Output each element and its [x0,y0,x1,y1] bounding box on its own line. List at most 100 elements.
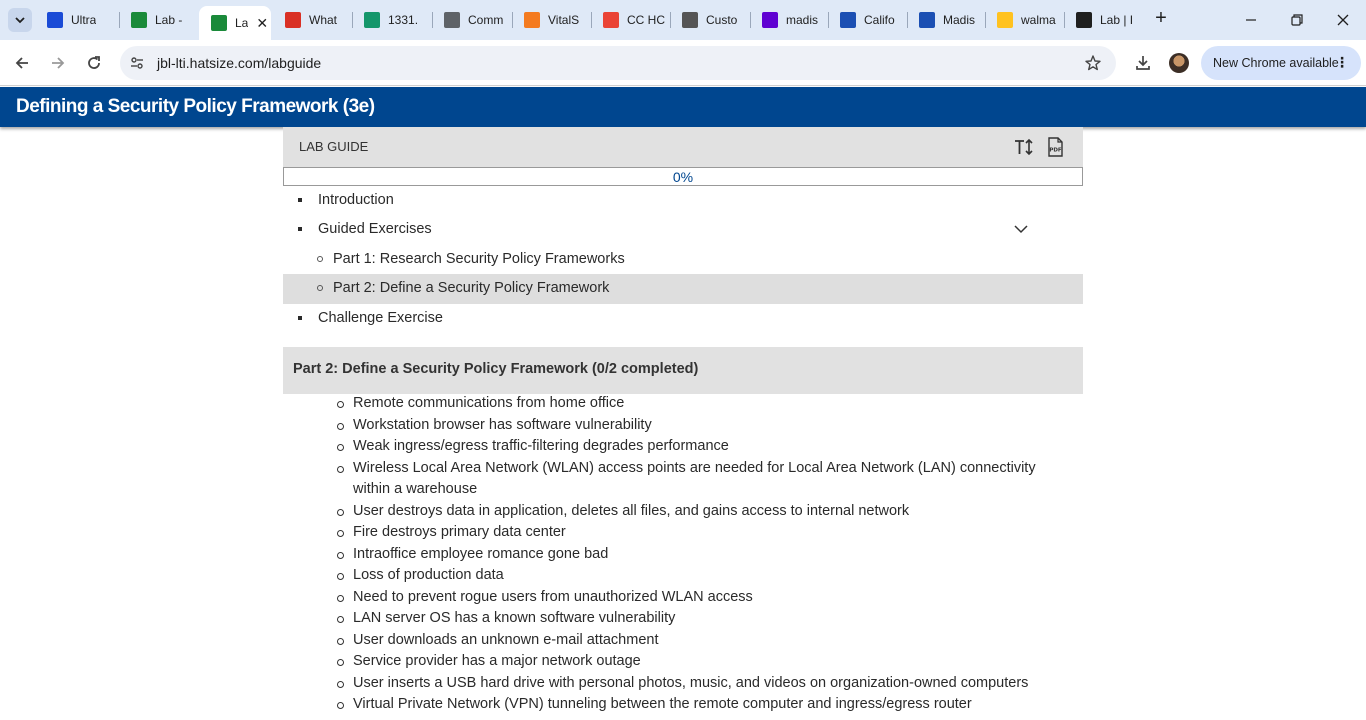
tab-label: Custo [706,13,738,27]
list-item: User destroys data in application, delet… [337,501,1073,523]
text-size-icon[interactable] [1013,136,1035,158]
list-item: Need to prevent rogue users from unautho… [337,587,1073,609]
profile-avatar[interactable] [1169,53,1189,73]
toc-item-introduction[interactable]: Introduction [283,186,1083,216]
arrow-left-icon [15,57,28,69]
toc-label: Part 2: Define a Security Policy Framewo… [333,280,610,296]
tab-13[interactable]: Lab | I [1076,6,1141,34]
tab-3[interactable]: What [285,6,345,34]
tab-5[interactable]: Comm [444,6,506,34]
chevron-down-icon[interactable] [1013,221,1029,237]
progress-bar: 0% [283,167,1083,186]
close-icon [1337,14,1349,26]
tab-search-button[interactable] [8,8,32,32]
scenario-list: Remote communications from home office Wo… [337,393,1073,716]
toc-label: Challenge Exercise [318,310,443,326]
tab-12[interactable]: walma [997,6,1062,34]
yahoo-icon [762,12,778,28]
close-window-button[interactable] [1320,6,1366,34]
toc-item-challenge[interactable]: Challenge Exercise [283,304,1083,334]
tab-label: What [309,13,338,27]
tab-separator [985,12,986,28]
jbl-icon [211,15,227,31]
tab-9[interactable]: madis [762,6,822,34]
bookmark-star-icon[interactable] [1084,54,1102,72]
list-item: LAN server OS has a known software vulne… [337,608,1073,630]
tab-label: VitalS [548,13,580,27]
tab-separator [352,12,353,28]
bullet-icon [298,227,302,231]
tab-separator [591,12,592,28]
address-bar[interactable]: jbl-lti.hatsize.com/labguide [120,46,1116,80]
tab-separator [1064,12,1065,28]
vitalsource-icon [524,12,540,28]
toc-item-part1[interactable]: Part 1: Research Security Policy Framewo… [283,245,1083,275]
site-settings-icon[interactable] [129,55,145,71]
toc-label: Guided Exercises [318,221,432,237]
lab-guide-panel: LAB GUIDE PDF 0% Introduction Guided Exe… [283,127,1083,720]
downloads-button[interactable] [1129,49,1157,77]
minimize-button[interactable] [1228,6,1274,34]
app-header: Defining a Security Policy Framework (3e… [0,87,1366,127]
tab-separator [432,12,433,28]
tab-label: Comm [468,13,504,27]
bullet-icon [298,316,302,320]
restore-button[interactable] [1274,6,1320,34]
more-menu-icon[interactable]: ⋮ [1335,55,1349,69]
tab-strip: Ultra Lab - La ✕ What 1331. Comm VitalS CC HC Cus… [0,0,1366,40]
url-text[interactable]: jbl-lti.hatsize.com/labguide [157,55,321,71]
tab-11[interactable]: Madis [919,6,979,34]
list-item: Fire destroys primary data center [337,522,1073,544]
list-item: Service provider has a major network out… [337,651,1073,673]
tab-label: Lab | I [1100,13,1134,27]
tab-separator [512,12,513,28]
list-item: User downloads an unknown e-mail attachm… [337,630,1073,652]
list-item: Virtual Private Network (VPN) tunneling … [337,694,1073,716]
toc-item-guided-exercises[interactable]: Guided Exercises [283,215,1083,245]
lab-guide-header: LAB GUIDE PDF [283,127,1083,167]
arrow-right-icon [52,57,65,69]
reload-button[interactable] [80,49,108,77]
new-tab-button[interactable]: + [1150,8,1172,30]
section-title: Part 2: Define a Security Policy Framewo… [293,361,699,377]
list-item: Wireless Local Area Network (WLAN) acces… [337,458,1073,501]
lab-guide-title: LAB GUIDE [299,139,369,154]
tab-label: madis [786,13,819,27]
circle-bullet-icon [317,285,323,291]
tab-label: Califo [864,13,895,27]
download-icon [1136,56,1150,70]
anthology-icon [47,12,63,28]
tab-1[interactable]: Lab - [131,6,186,34]
list-item: Intraoffice employee romance gone bad [337,544,1073,566]
tab-8[interactable]: Custo [682,6,742,34]
list-item: Remote communications from home office [337,393,1073,415]
bullet-icon [298,198,302,202]
tab-separator [750,12,751,28]
tab-0[interactable]: Ultra [47,6,107,34]
chrome-update-button[interactable]: New Chrome available ⋮ [1201,46,1361,80]
tab-7[interactable]: CC HC [603,6,665,34]
toc-label: Part 1: Research Security Policy Framewo… [333,251,625,267]
progress-percent: 0% [672,169,694,185]
pdf-icon[interactable]: PDF [1044,136,1066,158]
page-title: Defining a Security Policy Framework (3e… [16,96,375,117]
toc-item-part2[interactable]: Part 2: Define a Security Policy Framewo… [283,274,1083,304]
tab-2[interactable]: La ✕ [199,6,271,40]
tab-label: Lab - [155,13,183,27]
tab-label: La [235,16,249,30]
bing-b-icon [919,12,935,28]
toc-label: Introduction [318,192,394,208]
close-tab-icon[interactable]: ✕ [256,15,268,32]
list-item: User inserts a USB hard drive with perso… [337,673,1073,695]
chatgpt-icon [1076,12,1092,28]
forward-button[interactable] [44,49,72,77]
tab-6[interactable]: VitalS [524,6,582,34]
globe-icon [444,12,460,28]
tab-10[interactable]: Califo [840,6,902,34]
back-button[interactable] [8,49,36,77]
tab-4[interactable]: 1331. [364,6,424,34]
browser-toolbar: jbl-lti.hatsize.com/labguide New Chrome … [0,40,1366,86]
spreadsheet-icon [364,12,380,28]
walmart-icon [997,12,1013,28]
tab-separator [670,12,671,28]
